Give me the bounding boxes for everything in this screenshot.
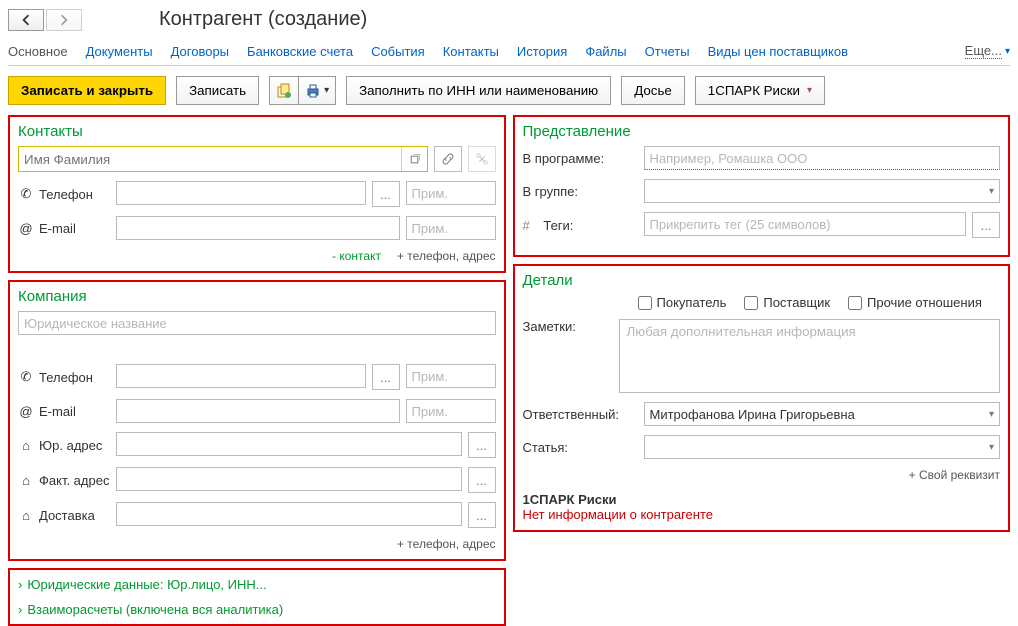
spark-risks-button[interactable]: 1СПАРК Риски xyxy=(695,76,825,105)
home-icon: ⌂ xyxy=(18,508,34,523)
legal-data-expander[interactable]: ›Юридические данные: Юр.лицо, ИНН... xyxy=(14,572,500,597)
tab-docs[interactable]: Документы xyxy=(86,44,153,59)
tags-input[interactable] xyxy=(644,212,967,236)
tab-reports[interactable]: Отчеты xyxy=(645,44,690,59)
save-button[interactable]: Записать xyxy=(176,76,259,105)
chevron-right-icon: › xyxy=(18,577,22,592)
company-phone-input[interactable] xyxy=(116,364,366,388)
copy-icon-button[interactable] xyxy=(269,76,298,105)
article-select[interactable]: ▾ xyxy=(644,435,1001,459)
contact-email-input[interactable] xyxy=(116,216,400,240)
save-close-button[interactable]: Записать и закрыть xyxy=(8,76,166,105)
company-panel: Компания ✆Телефон ... @E-mail xyxy=(8,280,506,561)
phone-icon: ✆ xyxy=(18,369,34,385)
phone-icon: ✆ xyxy=(18,186,34,202)
view-title: Представление xyxy=(523,123,1001,140)
home-icon: ⌂ xyxy=(18,438,34,453)
tab-more[interactable]: Еще...▾ xyxy=(965,43,1010,59)
expanders-panel: ›Юридические данные: Юр.лицо, ИНН... ›Вз… xyxy=(8,568,506,626)
in-group-select[interactable]: ▾ xyxy=(644,179,1001,203)
fill-by-inn-button[interactable]: Заполнить по ИНН или наименованию xyxy=(346,76,611,105)
contacts-title: Контакты xyxy=(18,123,496,140)
buyer-checkbox[interactable]: Покупатель xyxy=(638,295,727,310)
delivery-input[interactable] xyxy=(116,502,462,526)
legal-addr-more[interactable]: ... xyxy=(468,432,496,458)
fact-addr-more[interactable]: ... xyxy=(468,467,496,493)
company-email-note[interactable] xyxy=(406,399,496,423)
toolbar: Записать и закрыть Записать ▾ Заполнить … xyxy=(8,76,1010,105)
company-add-phone-addr[interactable]: + телефон, адрес xyxy=(397,537,496,551)
company-name-input[interactable] xyxy=(18,311,496,335)
page-title: Контрагент (создание) xyxy=(159,8,367,31)
tab-pricetypes[interactable]: Виды цен поставщиков xyxy=(708,44,848,59)
in-program-input[interactable] xyxy=(644,146,1001,170)
fact-addr-input[interactable] xyxy=(116,467,462,491)
print-icon-button[interactable]: ▾ xyxy=(298,76,336,105)
remove-contact-link[interactable]: - контакт xyxy=(332,249,381,263)
tab-history[interactable]: История xyxy=(517,44,567,59)
contact-name-input[interactable] xyxy=(19,147,401,171)
other-checkbox[interactable]: Прочие отношения xyxy=(848,295,982,310)
nav-back-button[interactable] xyxy=(8,9,44,31)
details-title: Детали xyxy=(523,272,1001,289)
spark-no-info: Нет информации о контрагенте xyxy=(523,507,1001,522)
tab-main[interactable]: Основное xyxy=(8,44,68,59)
company-title: Компания xyxy=(18,288,496,305)
tab-files[interactable]: Файлы xyxy=(585,44,626,59)
tab-events[interactable]: События xyxy=(371,44,425,59)
custom-attr-link[interactable]: + Свой реквизит xyxy=(523,468,1001,482)
details-panel: Детали Покупатель Поставщик Прочие отнош… xyxy=(513,264,1011,532)
view-panel: Представление В программе: В группе: ▾ #… xyxy=(513,115,1011,257)
delivery-more[interactable]: ... xyxy=(468,502,496,528)
company-phone-more[interactable]: ... xyxy=(372,364,400,390)
contacts-panel: Контакты ✆Телефон ... @E-mail xyxy=(8,115,506,273)
supplier-checkbox[interactable]: Поставщик xyxy=(744,295,830,310)
spark-header: 1СПАРК Риски xyxy=(523,492,1001,507)
notes-textarea[interactable] xyxy=(619,319,1000,393)
contact-name-field[interactable] xyxy=(18,146,428,172)
tab-contracts[interactable]: Договоры xyxy=(171,44,229,59)
contact-phone-note[interactable] xyxy=(406,181,496,205)
legal-addr-input[interactable] xyxy=(116,432,462,456)
open-contact-icon[interactable] xyxy=(401,147,427,171)
add-phone-addr-link[interactable]: + телефон, адрес xyxy=(397,249,496,263)
responsible-select[interactable]: Митрофанова Ирина Григорьевна▾ xyxy=(644,402,1001,426)
contact-phone-input[interactable] xyxy=(116,181,366,205)
nav-forward-button[interactable] xyxy=(46,9,82,31)
contact-email-note[interactable] xyxy=(406,216,496,240)
settlements-expander[interactable]: ›Взаиморасчеты (включена вся аналитика) xyxy=(14,597,500,622)
unlink-icon[interactable] xyxy=(468,146,496,172)
tags-more[interactable]: ... xyxy=(972,212,1000,238)
tab-bank[interactable]: Банковские счета xyxy=(247,44,353,59)
at-icon: @ xyxy=(18,221,34,236)
dossier-button[interactable]: Досье xyxy=(621,76,685,105)
tab-contacts[interactable]: Контакты xyxy=(443,44,499,59)
home-icon: ⌂ xyxy=(18,473,34,488)
chevron-right-icon: › xyxy=(18,602,22,617)
link-icon[interactable] xyxy=(434,146,462,172)
at-icon: @ xyxy=(18,404,34,419)
company-email-input[interactable] xyxy=(116,399,400,423)
contact-phone-more[interactable]: ... xyxy=(372,181,400,207)
company-phone-note[interactable] xyxy=(406,364,496,388)
tabbar: Основное Документы Договоры Банковские с… xyxy=(8,43,1010,66)
